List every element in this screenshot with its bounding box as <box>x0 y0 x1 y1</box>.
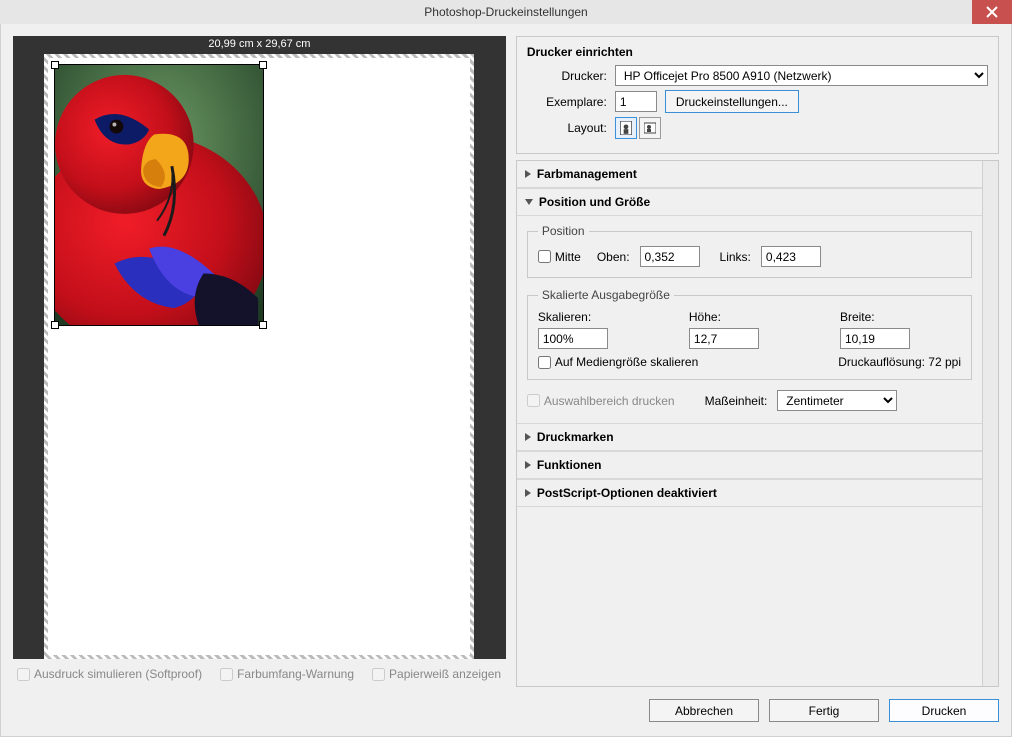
fit-media-row: Auf Mediengröße skalieren Druckauflösung… <box>538 355 961 369</box>
landscape-icon <box>644 121 656 135</box>
chevron-right-icon <box>525 489 531 497</box>
paper-preview[interactable] <box>44 54 474 659</box>
footer-buttons: Abbrechen Fertig Drucken <box>1 693 1011 736</box>
printer-select[interactable]: HP Officejet Pro 8500 A910 (Netzwerk) <box>615 65 988 86</box>
resize-handle-bl[interactable] <box>51 321 59 329</box>
settings-column: Drucker einrichten Drucker: HP Officejet… <box>516 36 999 687</box>
section-postscript[interactable]: PostScript-Optionen deaktiviert <box>517 479 982 507</box>
left-label: Links: <box>720 250 751 264</box>
close-button[interactable] <box>972 0 1012 24</box>
printer-setup-panel: Drucker einrichten Drucker: HP Officejet… <box>516 36 999 154</box>
resize-handle-tl[interactable] <box>51 61 59 69</box>
printer-row: Drucker: HP Officejet Pro 8500 A910 (Net… <box>527 65 988 86</box>
layout-row: Layout: <box>527 117 988 139</box>
section-position-size-label: Position und Größe <box>539 195 650 209</box>
copies-row: Exemplare: Druckeinstellungen... <box>527 90 988 113</box>
width-label: Breite: <box>840 310 961 324</box>
image-selection-frame[interactable] <box>54 64 264 326</box>
fit-media-label: Auf Mediengröße skalieren <box>555 355 698 369</box>
unit-label: Maßeinheit: <box>705 394 768 408</box>
paperwhite-checkbox[interactable]: Papierweiß anzeigen <box>372 667 501 681</box>
center-label: Mitte <box>555 250 581 264</box>
softproof-checkbox[interactable]: Ausdruck simulieren (Softproof) <box>17 667 202 681</box>
softproof-label: Ausdruck simulieren (Softproof) <box>34 667 202 681</box>
scale-input[interactable] <box>538 328 608 349</box>
copies-input[interactable] <box>615 91 657 112</box>
chevron-right-icon <box>525 170 531 178</box>
copies-label: Exemplare: <box>527 95 607 109</box>
chevron-right-icon <box>525 461 531 469</box>
chevron-down-icon <box>525 199 533 205</box>
section-color-management-label: Farbmanagement <box>537 167 637 181</box>
orientation-portrait-button[interactable] <box>615 117 637 139</box>
print-selection-checkbox[interactable]: Auswahlbereich drucken <box>527 394 675 408</box>
section-position-size-body: Position Mitte Oben: Links: <box>517 216 982 423</box>
layout-buttons <box>615 117 661 139</box>
center-input[interactable] <box>538 250 551 263</box>
gamut-warning-label: Farbumfang-Warnung <box>237 667 354 681</box>
main-row: 20,99 cm x 29,67 cm <box>1 24 1011 693</box>
position-row: Mitte Oben: Links: <box>538 246 961 267</box>
preview-column: 20,99 cm x 29,67 cm <box>13 36 506 687</box>
close-icon <box>986 6 998 18</box>
done-button[interactable]: Fertig <box>769 699 879 722</box>
printer-setup-heading: Drucker einrichten <box>527 45 988 59</box>
top-label: Oben: <box>597 250 630 264</box>
orientation-landscape-button[interactable] <box>639 117 661 139</box>
section-functions[interactable]: Funktionen <box>517 451 982 479</box>
print-selection-row: Auswahlbereich drucken Maßeinheit: Zenti… <box>527 390 972 411</box>
paperwhite-input[interactable] <box>372 668 385 681</box>
height-input[interactable] <box>689 328 759 349</box>
left-input[interactable] <box>761 246 821 267</box>
accordion-inner: Farbmanagement Position und Größe Positi… <box>517 161 982 686</box>
resize-handle-tr[interactable] <box>259 61 267 69</box>
section-position-size[interactable]: Position und Größe <box>517 188 982 216</box>
scale-col-labels: Skalieren: Höhe: Breite: <box>538 310 961 349</box>
print-resolution-label: Druckauflösung: 72 ppi <box>838 355 961 369</box>
width-input[interactable] <box>840 328 910 349</box>
fit-media-checkbox[interactable]: Auf Mediengröße skalieren <box>538 355 698 369</box>
section-postscript-label: PostScript-Optionen deaktiviert <box>537 486 717 500</box>
resize-handle-br[interactable] <box>259 321 267 329</box>
accordion-container: Farbmanagement Position und Größe Positi… <box>516 160 999 687</box>
gamut-warning-input[interactable] <box>220 668 233 681</box>
position-legend: Position <box>538 224 589 238</box>
height-label: Höhe: <box>689 310 810 324</box>
preview-options-row: Ausdruck simulieren (Softproof) Farbumfa… <box>13 659 506 689</box>
position-group: Position Mitte Oben: Links: <box>527 224 972 278</box>
section-color-management[interactable]: Farbmanagement <box>517 161 982 188</box>
section-print-marks-label: Druckmarken <box>537 430 614 444</box>
accordion-scrollbar[interactable] <box>982 161 998 686</box>
section-functions-label: Funktionen <box>537 458 602 472</box>
chevron-right-icon <box>525 433 531 441</box>
title-bar: Photoshop-Druckeinstellungen <box>0 0 1012 24</box>
print-button[interactable]: Drucken <box>889 699 999 722</box>
layout-label: Layout: <box>527 121 607 135</box>
portrait-icon <box>620 121 632 135</box>
center-checkbox[interactable]: Mitte <box>538 250 581 264</box>
scaled-size-legend: Skalierte Ausgabegröße <box>538 288 674 302</box>
print-selection-label: Auswahlbereich drucken <box>544 394 675 408</box>
fit-media-input[interactable] <box>538 356 551 369</box>
print-settings-button[interactable]: Druckeinstellungen... <box>665 90 799 113</box>
cancel-button[interactable]: Abbrechen <box>649 699 759 722</box>
printer-label: Drucker: <box>527 69 607 83</box>
section-print-marks[interactable]: Druckmarken <box>517 423 982 451</box>
gamut-warning-checkbox[interactable]: Farbumfang-Warnung <box>220 667 354 681</box>
softproof-input[interactable] <box>17 668 30 681</box>
top-input[interactable] <box>640 246 700 267</box>
print-selection-input[interactable] <box>527 394 540 407</box>
preview-image <box>55 65 263 325</box>
dialog-body: 20,99 cm x 29,67 cm <box>0 24 1012 737</box>
preview-area: 20,99 cm x 29,67 cm <box>13 36 506 659</box>
paperwhite-label: Papierweiß anzeigen <box>389 667 501 681</box>
scale-label: Skalieren: <box>538 310 659 324</box>
paper-dimensions-label: 20,99 cm x 29,67 cm <box>208 36 310 54</box>
scaled-size-group: Skalierte Ausgabegröße Skalieren: Höhe: … <box>527 288 972 380</box>
window-title: Photoshop-Druckeinstellungen <box>424 5 587 19</box>
unit-select[interactable]: Zentimeter <box>777 390 897 411</box>
